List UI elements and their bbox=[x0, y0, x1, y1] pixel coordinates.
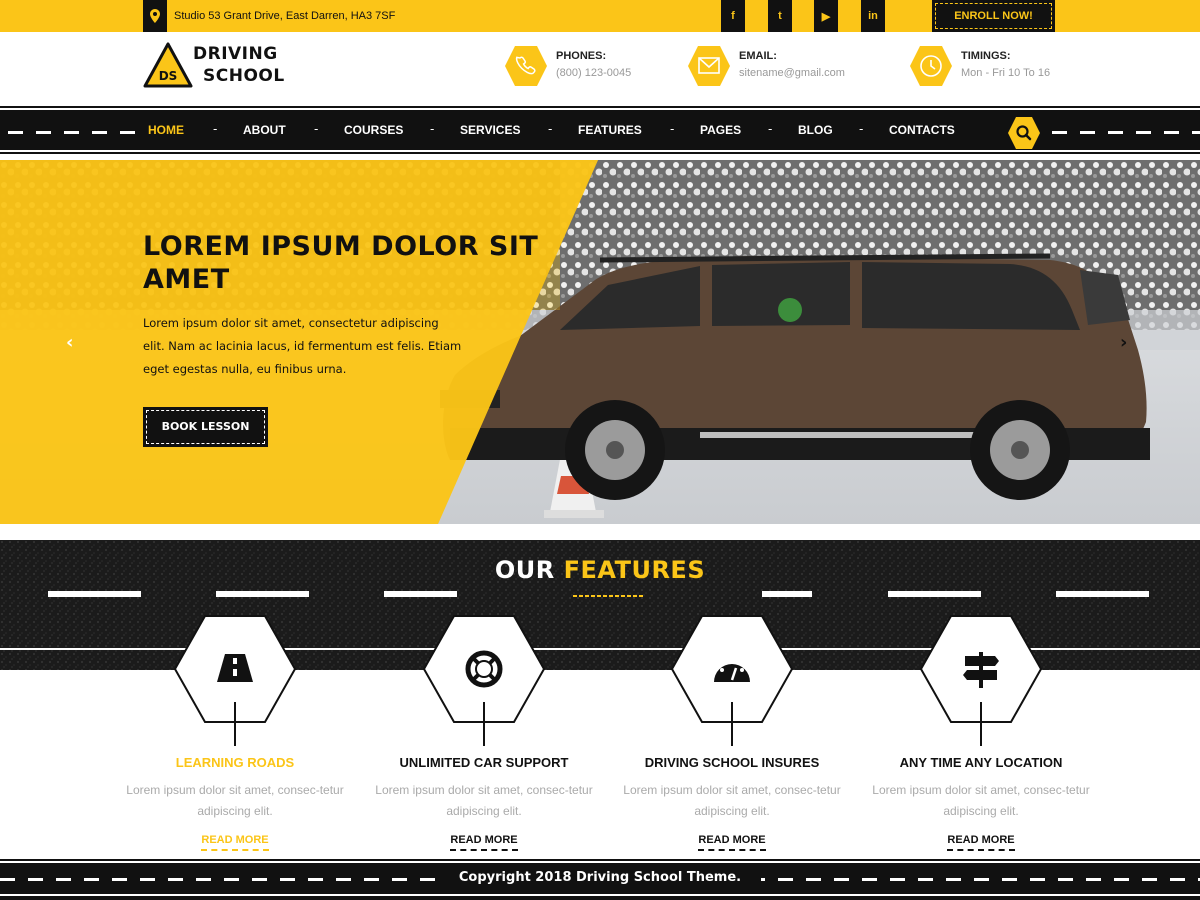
road-dash bbox=[384, 591, 457, 597]
feature-title: UNLIMITED CAR SUPPORT bbox=[399, 755, 569, 770]
road-dash bbox=[888, 591, 981, 597]
nav-road-dashes-left bbox=[8, 131, 138, 134]
nav-about[interactable]: ABOUT bbox=[243, 118, 286, 142]
contact-timings-value: Mon - Fri 10 To 16 bbox=[961, 67, 1051, 79]
hero-slider: LOREM IPSUM DOLOR SIT AMET Lorem ipsum d… bbox=[0, 160, 1200, 524]
site-logo[interactable]: DS DRIVING SCHOOL bbox=[143, 42, 293, 92]
road-dash bbox=[1056, 591, 1149, 597]
search-button[interactable] bbox=[1007, 116, 1041, 150]
phone-icon bbox=[505, 46, 547, 86]
nav-services[interactable]: SERVICES bbox=[460, 118, 520, 142]
clock-icon bbox=[910, 46, 952, 86]
road-dash bbox=[762, 591, 812, 597]
nav-separator: - bbox=[213, 122, 218, 136]
youtube-icon[interactable]: ▶ bbox=[814, 0, 838, 32]
feature-stem bbox=[731, 702, 733, 746]
nav-rail-top bbox=[0, 108, 1200, 110]
features-heading-underline bbox=[573, 595, 643, 597]
address-text: Studio 53 Grant Drive, East Darren, HA3 … bbox=[174, 10, 396, 22]
main-navigation: HOME - ABOUT - COURSES - SERVICES - FEAT… bbox=[0, 102, 1200, 158]
footer: Copyright 2018 Driving School Theme. bbox=[0, 856, 1200, 900]
features-heading-yellow: FEATURES bbox=[563, 556, 706, 584]
footer-rail-bottom bbox=[0, 894, 1200, 896]
feature-stem bbox=[483, 702, 485, 746]
contact-phone-value: (800) 123-0045 bbox=[556, 67, 632, 79]
feature-title: ANY TIME ANY LOCATION bbox=[899, 755, 1063, 770]
feature-card: DRIVING SCHOOL INSURES Lorem ipsum dolor… bbox=[612, 614, 852, 854]
facebook-icon[interactable]: f bbox=[721, 0, 745, 32]
feature-title: LEARNING ROADS bbox=[175, 755, 295, 770]
feature-description: Lorem ipsum dolor sit amet, consec-tetur… bbox=[126, 783, 344, 818]
copyright-wrap: Copyright 2018 Driving School Theme. bbox=[0, 870, 1200, 885]
read-more-link-wrap: READ MORE bbox=[612, 828, 852, 851]
read-more-link[interactable]: READ MORE bbox=[947, 834, 1015, 851]
read-more-link[interactable]: READ MORE bbox=[698, 834, 766, 851]
read-more-link-wrap: READ MORE bbox=[364, 828, 604, 851]
feature-card: ANY TIME ANY LOCATION Lorem ipsum dolor … bbox=[861, 614, 1101, 854]
nav-separator: - bbox=[548, 122, 553, 136]
read-more-link[interactable]: READ MORE bbox=[201, 834, 269, 851]
read-more-link-wrap: READ MORE bbox=[115, 828, 355, 851]
nav-separator: - bbox=[859, 122, 864, 136]
nav-rail-bottom bbox=[0, 150, 1200, 152]
book-lesson-label: BOOK LESSON bbox=[146, 410, 265, 444]
twitter-icon[interactable]: t bbox=[768, 0, 792, 32]
nav-courses[interactable]: COURSES bbox=[344, 118, 403, 142]
features-heading: OUR FEATURES bbox=[0, 556, 1200, 584]
feature-description: Lorem ipsum dolor sit amet, consec-tetur… bbox=[623, 783, 841, 818]
feature-stem bbox=[234, 702, 236, 746]
feature-stem bbox=[980, 702, 982, 746]
contact-phone-label: PHONES: bbox=[556, 50, 607, 62]
nav-separator: - bbox=[430, 122, 435, 136]
features-heading-white: OUR bbox=[494, 556, 555, 584]
feature-description: Lorem ipsum dolor sit amet, consec-tetur… bbox=[375, 783, 593, 818]
feature-card: UNLIMITED CAR SUPPORT Lorem ipsum dolor … bbox=[364, 614, 604, 854]
top-bar: Studio 53 Grant Drive, East Darren, HA3 … bbox=[0, 0, 1200, 32]
footer-rail-top bbox=[0, 861, 1200, 863]
nav-pages[interactable]: PAGES bbox=[700, 118, 741, 142]
feature-card: LEARNING ROADS Lorem ipsum dolor sit ame… bbox=[115, 614, 355, 854]
nav-blog[interactable]: BLOG bbox=[798, 118, 833, 142]
logo-text-line1: DRIVING bbox=[193, 44, 278, 64]
slider-next-arrow-icon[interactable]: › bbox=[1120, 332, 1127, 353]
map-pin-icon bbox=[143, 0, 167, 32]
enroll-now-label: ENROLL NOW! bbox=[935, 3, 1052, 29]
svg-text:DS: DS bbox=[159, 69, 178, 83]
nav-separator: - bbox=[670, 122, 675, 136]
copyright-text: Copyright 2018 Driving School Theme. bbox=[438, 870, 762, 885]
contact-email-value: sitename@gmail.com bbox=[739, 67, 845, 79]
envelope-icon bbox=[688, 46, 730, 86]
nav-separator: - bbox=[314, 122, 319, 136]
contact-email-label: EMAIL: bbox=[739, 50, 777, 62]
read-more-link-wrap: READ MORE bbox=[861, 828, 1101, 851]
nav-separator: - bbox=[768, 122, 773, 136]
road-dash bbox=[48, 591, 141, 597]
nav-features[interactable]: FEATURES bbox=[578, 118, 642, 142]
feature-description: Lorem ipsum dolor sit amet, consec-tetur… bbox=[872, 783, 1090, 818]
nav-home[interactable]: HOME bbox=[148, 118, 184, 142]
hero-description: Lorem ipsum dolor sit amet, consectetur … bbox=[143, 316, 462, 376]
feature-title: DRIVING SCHOOL INSURES bbox=[644, 755, 820, 770]
slider-prev-arrow-icon[interactable]: ‹ bbox=[66, 332, 73, 353]
logo-sign-icon: DS bbox=[143, 42, 193, 88]
logo-text-line2: SCHOOL bbox=[203, 66, 285, 86]
read-more-link[interactable]: READ MORE bbox=[450, 834, 518, 851]
lane-line-top bbox=[0, 536, 1200, 538]
linkedin-icon[interactable]: in bbox=[861, 0, 885, 32]
contact-timings-label: TIMINGS: bbox=[961, 50, 1011, 62]
book-lesson-button[interactable]: BOOK LESSON bbox=[143, 407, 268, 447]
nav-road-dashes-right bbox=[1052, 131, 1200, 134]
hero-title: LOREM IPSUM DOLOR SIT AMET bbox=[143, 231, 539, 295]
nav-contacts[interactable]: CONTACTS bbox=[889, 118, 955, 142]
road-dash bbox=[216, 591, 309, 597]
enroll-now-button[interactable]: ENROLL NOW! bbox=[932, 0, 1055, 32]
